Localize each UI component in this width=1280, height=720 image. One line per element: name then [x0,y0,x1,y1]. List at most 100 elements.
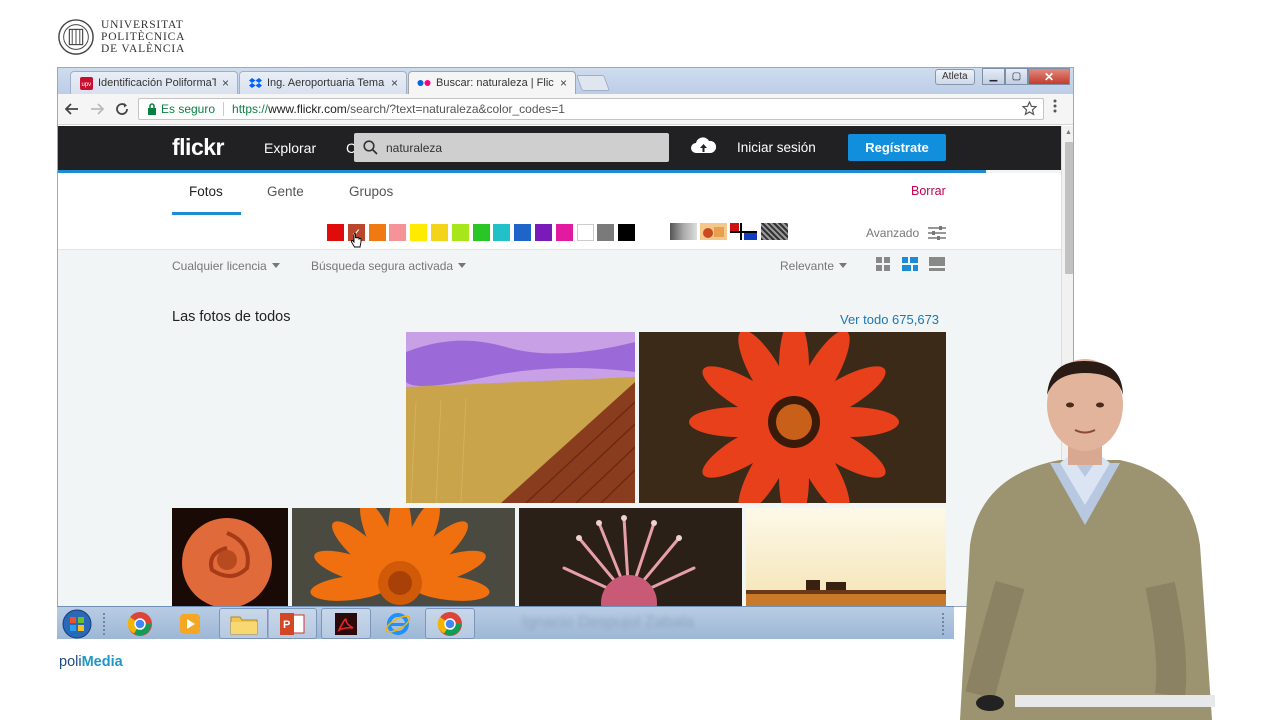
search-icon [363,140,378,155]
polimedia-logo: poliMedia [59,654,123,670]
secure-indicator[interactable]: Es seguro [147,102,215,116]
university-line-1: UNIVERSITAT [101,19,184,31]
clear-link[interactable]: Borrar [911,184,946,198]
tab-label: Ing. Aeroportuaria Tema [267,77,385,89]
style-black-white[interactable] [670,223,697,240]
tab-close-icon[interactable]: × [391,76,398,90]
svg-text:upv: upv [81,82,91,88]
tab-close-icon[interactable]: × [222,76,229,90]
tab-close-icon[interactable]: × [560,76,567,90]
profile-chip[interactable]: Atleta [935,69,975,85]
photo-landscape[interactable] [746,508,946,606]
style-patterns[interactable] [761,223,788,240]
view-mode-toggle [876,257,945,271]
tab-dropbox[interactable]: Ing. Aeroportuaria Tema × [239,71,407,94]
powerpoint-taskbar-icon[interactable]: P [267,608,317,639]
bookmark-star-icon[interactable] [1021,100,1038,119]
color-swatch[interactable] [493,224,511,241]
flickr-page: flickr Cr Explorar Iniciar sesión Regíst… [58,126,1061,606]
tab-photos[interactable]: Fotos [189,184,223,199]
signup-button[interactable]: Regístrate [848,134,946,161]
chrome-active-taskbar-icon[interactable] [425,608,475,639]
tab-strip: upv Identificación PoliformaT × Ing. Aer… [58,68,1073,94]
color-swatch[interactable] [576,224,594,241]
flickr-logo[interactable]: flickr [172,134,224,161]
detail-view-icon[interactable] [929,257,945,271]
grid-view-icon[interactable] [876,257,891,271]
filter-sliders-icon[interactable] [928,226,946,245]
photo-red-daisy[interactable] [639,332,946,503]
browser-menu-icon[interactable] [1053,99,1057,118]
tab-label: Buscar: naturaleza | Flickr [436,77,554,89]
window-controls: ▁ ▢ ✕ [982,68,1070,85]
safe-search-label: Búsqueda segura activada [311,259,454,273]
color-swatch[interactable] [597,224,615,241]
style-shallow-depth[interactable] [700,223,727,240]
acrobat-taskbar-icon[interactable] [321,608,371,639]
flickr-search-box[interactable] [354,133,669,162]
active-tab-indicator [172,212,241,215]
tab-groups[interactable]: Grupos [349,184,393,199]
brand-media: Media [81,654,123,670]
color-swatch[interactable] [472,224,490,241]
windows-start-icon[interactable] [62,609,92,639]
upload-cloud-icon[interactable] [690,136,717,161]
section-title: Las fotos de todos [172,309,291,325]
caret-down-icon [839,263,848,268]
dropbox-icon [248,76,262,90]
color-swatch[interactable] [451,224,469,241]
color-swatch[interactable] [431,224,448,241]
color-swatch[interactable] [410,224,428,241]
reload-icon[interactable] [111,98,133,120]
advanced-search-link[interactable]: Avanzado [866,226,919,240]
taskbar-grip-right [942,613,946,635]
style-minimalism[interactable] [730,223,757,240]
filter-row: Cualquier licencia Búsqueda segura activ… [58,251,1061,281]
safe-search-filter[interactable]: Búsqueda segura activada [311,259,467,273]
color-swatch[interactable] [389,224,407,241]
see-all-link[interactable]: Ver todo 675,673 [840,312,939,327]
justified-view-icon[interactable] [902,257,918,271]
photo-protea[interactable] [519,508,742,606]
internet-explorer-taskbar-icon[interactable] [373,608,423,639]
university-name: UNIVERSITAT POLITÈCNICA DE VALÈNCIA [101,19,185,55]
search-input[interactable] [386,140,636,155]
photo-rose[interactable] [172,508,288,606]
chrome-taskbar-icon[interactable] [115,608,165,639]
tab-label: Identificación PoliformaT [98,77,216,89]
back-icon[interactable] [61,98,83,120]
secure-label: Es seguro [161,102,216,116]
new-tab-button[interactable] [576,75,610,91]
address-bar[interactable]: Es seguro https://www.flickr.com/search/… [138,98,1044,120]
minimize-icon[interactable]: ▁ [982,68,1005,85]
color-swatch[interactable] [368,224,386,241]
nav-explore[interactable]: Explorar [264,140,316,156]
flickr-header: flickr Cr Explorar Iniciar sesión Regíst… [58,126,1061,170]
photo-field[interactable] [406,332,635,503]
tab-people[interactable]: Gente [267,184,304,199]
scroll-thumb[interactable] [1065,142,1073,274]
tab-flickr[interactable]: Buscar: naturaleza | Flickr × [408,71,576,94]
tab-poliformat[interactable]: upv Identificación PoliformaT × [70,71,238,94]
maximize-icon[interactable]: ▢ [1005,68,1028,85]
color-swatch[interactable] [618,224,636,241]
photo-orange-marigold[interactable] [292,508,515,606]
scroll-up-icon[interactable]: ▲ [1065,129,1072,136]
sort-dropdown[interactable]: Relevante [780,259,848,273]
university-seal-icon [58,19,94,55]
media-player-taskbar-icon[interactable] [165,608,215,639]
license-filter[interactable]: Cualquier licencia [172,259,280,273]
browser-toolbar: Es seguro https://www.flickr.com/search/… [58,94,1073,125]
sort-label: Relevante [780,259,835,273]
university-line-2: POLITÈCNICA [101,31,186,43]
upv-icon: upv [79,76,93,90]
color-swatch[interactable] [514,224,532,241]
login-link[interactable]: Iniciar sesión [737,140,816,155]
color-swatch[interactable] [327,224,344,241]
color-swatch[interactable] [535,224,552,241]
windows-taskbar: P [57,606,954,639]
file-explorer-taskbar-icon[interactable] [219,608,269,639]
close-window-icon[interactable]: ✕ [1028,68,1070,85]
color-swatch[interactable] [555,224,573,241]
forward-icon[interactable] [86,98,108,120]
